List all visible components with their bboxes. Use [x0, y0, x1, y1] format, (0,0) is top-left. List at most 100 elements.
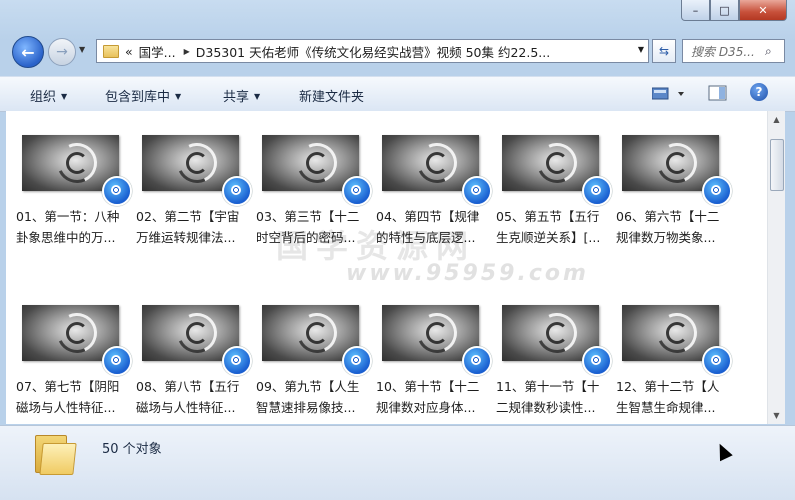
explorer-window: – □ ✕ ← → ▼ « 国学... ▶ D35301 天佑老师《传统文化易经… — [0, 0, 795, 500]
file-name: 04、第四节【规律 的特性与底层逻... — [376, 206, 490, 248]
thumbnail-swirl-inner — [426, 152, 448, 174]
view-options-button[interactable] — [651, 84, 686, 105]
search-input[interactable]: 搜索 D35... ⌕ — [682, 39, 785, 63]
scroll-up-button[interactable]: ▲ — [768, 111, 785, 128]
file-item[interactable]: 11、第十一节【十 二规律数秒读性... — [486, 281, 612, 415]
back-button[interactable]: ← — [12, 36, 44, 68]
chevron-down-icon: ▼ — [61, 92, 68, 101]
window-controls: – □ ✕ — [681, 0, 787, 21]
scroll-down-button[interactable]: ▼ — [768, 407, 785, 424]
file-item[interactable]: 03、第三节【十二 时空背后的密码... — [246, 111, 372, 245]
file-name: 06、第六节【十二 规律数万物类象... — [616, 206, 730, 248]
folder-icon — [103, 44, 119, 58]
command-bar: 组织 ▼ 包含到库中 ▼ 共享 ▼ 新建文件夹 ? — [0, 76, 795, 112]
thumbnail-swirl-inner — [306, 322, 328, 344]
search-icon[interactable]: ⌕ — [765, 44, 772, 59]
chevron-down-icon: ▼ — [175, 92, 182, 101]
recent-pages-dropdown[interactable]: ▼ — [79, 45, 85, 54]
file-name: 10、第十节【十二 规律数对应身体... — [376, 376, 490, 418]
file-item[interactable]: 02、第二节【宇宙 万维运转规律法... — [126, 111, 252, 245]
refresh-button[interactable]: ⇆ — [652, 39, 676, 63]
breadcrumb-parent[interactable]: 国学... — [139, 42, 176, 61]
thumbnail-swirl-inner — [66, 152, 88, 174]
file-name-line-2: 磁场与人性特征... — [136, 400, 236, 415]
scroll-thumb[interactable] — [770, 139, 784, 191]
file-name-line-1: 08、第八节【五行 — [136, 379, 240, 394]
file-item[interactable]: 05、第五节【五行 生克顺逆关系】[... — [486, 111, 612, 245]
file-name-line-1: 01、第一节：八种 — [16, 209, 120, 224]
vertical-scrollbar[interactable]: ▲ ▼ — [767, 111, 785, 424]
file-item[interactable]: 09、第九节【人生 智慧速排易像技... — [246, 281, 372, 415]
breadcrumb-current[interactable]: D35301 天佑老师《传统文化易经实战营》视频 50集 约22.5... — [196, 42, 550, 61]
file-name-line-1: 09、第九节【人生 — [256, 379, 360, 394]
include-in-library-label: 包含到库中 — [105, 90, 171, 105]
file-name-line-2: 二规律数秒读性... — [496, 400, 596, 415]
item-count: 50 个对象 — [102, 442, 162, 457]
file-item[interactable]: 07、第七节【阴阳 磁场与人性特征... — [6, 281, 132, 415]
overflow-chevron[interactable]: « — [125, 44, 133, 59]
new-folder-button[interactable]: 新建文件夹 — [299, 86, 364, 105]
file-name-line-1: 03、第三节【十二 — [256, 209, 360, 224]
view-icon — [651, 87, 684, 100]
file-item[interactable]: 04、第四节【规律 的特性与底层逻... — [366, 111, 492, 245]
file-name-line-1: 10、第十节【十二 — [376, 379, 480, 394]
navigation-bar: ← → ▼ « 国学... ▶ D35301 天佑老师《传统文化易经实战营》视频… — [0, 34, 795, 72]
file-name: 08、第八节【五行 磁场与人性特征... — [136, 376, 250, 418]
address-bar[interactable]: « 国学... ▶ D35301 天佑老师《传统文化易经实战营》视频 50集 约… — [96, 39, 649, 63]
file-name-line-2: 磁场与人性特征... — [16, 400, 116, 415]
file-name-line-2: 生克顺逆关系】[... — [496, 230, 601, 245]
include-in-library-button[interactable]: 包含到库中 ▼ — [105, 86, 181, 105]
help-button[interactable]: ? — [750, 83, 768, 101]
file-name-line-2: 规律数对应身体... — [376, 400, 476, 415]
file-name: 05、第五节【五行 生克顺逆关系】[... — [496, 206, 610, 248]
thumbnail-swirl-inner — [186, 152, 208, 174]
chevron-down-icon: ▼ — [254, 92, 261, 101]
file-item[interactable]: 06、第六节【十二 规律数万物类象... — [606, 111, 732, 245]
share-label: 共享 — [223, 90, 250, 105]
media-player-icon — [702, 176, 732, 206]
close-button[interactable]: ✕ — [739, 0, 787, 21]
share-button[interactable]: 共享 ▼ — [223, 86, 260, 105]
file-item[interactable]: 01、第一节：八种 卦象思维中的万... — [6, 111, 132, 245]
file-item[interactable]: 12、第十二节【人 生智慧生命规律... — [606, 281, 732, 415]
preview-pane-icon — [708, 85, 727, 101]
folder-icon — [33, 435, 77, 475]
file-item[interactable]: 08、第八节【五行 磁场与人性特征... — [126, 281, 252, 415]
file-name-line-2: 卦象思维中的万... — [16, 230, 116, 245]
address-dropdown-icon[interactable]: ▼ — [638, 45, 644, 54]
organize-button[interactable]: 组织 ▼ — [30, 86, 67, 105]
file-name: 11、第十一节【十 二规律数秒读性... — [496, 376, 610, 418]
thumbnail-swirl-inner — [306, 152, 328, 174]
file-name: 09、第九节【人生 智慧速排易像技... — [256, 376, 370, 418]
file-list-area[interactable]: 国学资源网 www.95959.com 01、第一节：八种 卦象思维中的万... 0… — [6, 111, 772, 424]
media-player-icon — [702, 346, 732, 376]
file-name-line-1: 05、第五节【五行 — [496, 209, 600, 224]
forward-button[interactable]: → — [48, 38, 76, 66]
file-name-line-1: 07、第七节【阴阳 — [16, 379, 120, 394]
help-icon: ? — [750, 83, 768, 101]
file-name: 01、第一节：八种 卦象思维中的万... — [16, 206, 130, 248]
thumbnail-swirl-inner — [666, 322, 688, 344]
search-placeholder: 搜索 D35... — [691, 44, 755, 59]
organize-label: 组织 — [30, 90, 57, 105]
file-name: 02、第二节【宇宙 万维运转规律法... — [136, 206, 250, 248]
details-pane: 50 个对象 — [0, 425, 795, 500]
thumbnail-swirl-inner — [66, 322, 88, 344]
file-name-line-2: 生智慧生命规律... — [616, 400, 716, 415]
thumbnail-swirl-inner — [426, 322, 448, 344]
thumbnail-swirl-inner — [666, 152, 688, 174]
minimize-button[interactable]: – — [681, 0, 710, 21]
title-bar: – □ ✕ — [0, 0, 795, 30]
file-name-line-1: 02、第二节【宇宙 — [136, 209, 240, 224]
breadcrumb-separator-icon[interactable]: ▶ — [184, 47, 190, 56]
file-name-line-2: 万维运转规律法... — [136, 230, 236, 245]
file-name: 12、第十二节【人 生智慧生命规律... — [616, 376, 730, 418]
maximize-button[interactable]: □ — [710, 0, 739, 21]
preview-pane-button[interactable] — [708, 84, 728, 105]
file-item[interactable]: 10、第十节【十二 规律数对应身体... — [366, 281, 492, 415]
thumbnail-swirl-inner — [546, 152, 568, 174]
file-name: 07、第七节【阴阳 磁场与人性特征... — [16, 376, 130, 418]
file-name-line-1: 11、第十一节【十 — [496, 379, 600, 394]
file-name-line-1: 04、第四节【规律 — [376, 209, 480, 224]
file-name: 03、第三节【十二 时空背后的密码... — [256, 206, 370, 248]
